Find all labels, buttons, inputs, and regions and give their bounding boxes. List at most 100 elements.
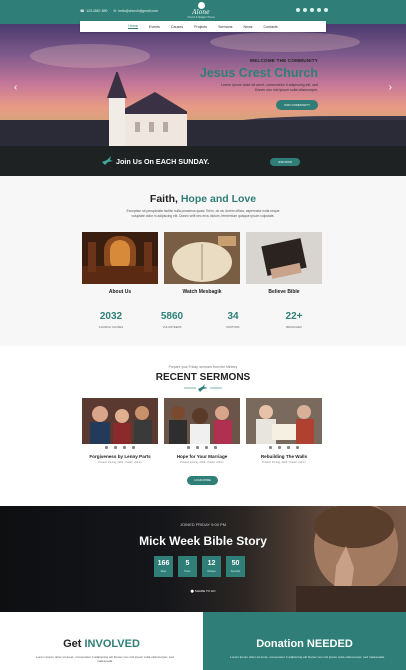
site-logo[interactable]: Alone Church & Religion Theme: [186, 2, 216, 22]
hero-kicker: WELCOME THE COMMUNITY: [249, 58, 318, 63]
stat-label: PASTORS: [226, 325, 240, 329]
stat-number: 34: [227, 311, 239, 322]
countdown-unit: Hours: [184, 570, 191, 573]
sermon-meta: Posted: 24 Aug, 2019 · Pastor: Admin: [98, 461, 142, 464]
nav-item-contacts[interactable]: Contacts: [263, 25, 277, 29]
download-icon[interactable]: [287, 445, 290, 449]
document-icon[interactable]: [132, 445, 135, 449]
facebook-icon[interactable]: [296, 8, 300, 12]
audio-icon[interactable]: [196, 445, 199, 449]
involved-description: Lorem ipsum dolor sit amet, consectetur …: [36, 655, 174, 664]
countdown-unit: Seconds: [230, 570, 241, 573]
countdown-hours: 5 Hours: [178, 556, 197, 577]
countdown-value: 12: [207, 560, 216, 567]
join-community-button[interactable]: JOIN COMMUNITY: [275, 100, 318, 110]
sermon-title[interactable]: Forgiveness by Lenny Parts: [82, 454, 158, 459]
phone-icon: ☎: [80, 9, 85, 13]
nav-item-sermons[interactable]: Sermons: [218, 25, 232, 29]
phone-item[interactable]: ☎ 123-4567-890: [80, 9, 107, 13]
nav-item-home[interactable]: Home: [128, 24, 138, 29]
audio-icon[interactable]: [278, 445, 281, 449]
donation-description: Lorem ipsum dolor sit amet, consectetur …: [230, 655, 385, 659]
video-icon[interactable]: [187, 445, 190, 449]
sermon-image: [246, 398, 322, 444]
stat-number: 2032: [99, 311, 123, 322]
countdown-value: 50: [231, 560, 240, 567]
countdown-minutes: 12 Minutes: [202, 556, 221, 577]
stat-label: CHURCH CAUSES: [98, 325, 124, 329]
involved-title-highlight: INVOLVED: [84, 638, 140, 650]
download-icon[interactable]: [205, 445, 208, 449]
hero-title: Jesus Crest Church: [199, 66, 318, 80]
sermon-card[interactable]: Hope for Your Marriage Posted: 24 Aug, 2…: [164, 398, 240, 464]
download-icon[interactable]: [123, 445, 126, 449]
sermon-title[interactable]: Hope for Your Marriage: [164, 454, 240, 459]
sermon-card[interactable]: Forgiveness by Lenny Parts Posted: 24 Au…: [82, 398, 158, 464]
faith-title-start: Faith,: [149, 193, 181, 205]
feature-card-bible-image[interactable]: [246, 232, 322, 284]
sermon-image: [164, 398, 240, 444]
countdown-value: 5: [185, 560, 190, 567]
hero-content: WELCOME THE COMMUNITY Jesus Crest Church…: [200, 58, 318, 111]
countdown-value: 166: [157, 560, 170, 567]
google-plus-icon[interactable]: [310, 8, 314, 12]
cloud-shape: [210, 32, 360, 52]
feature-caption-watch[interactable]: Watch Mesbagik: [164, 289, 240, 295]
logo-tagline: Church & Religion Theme: [187, 16, 215, 19]
document-icon[interactable]: [296, 445, 299, 449]
email-text: hello@church@gmail.com: [118, 9, 158, 13]
join-now-button[interactable]: JOIN NOW: [270, 158, 300, 166]
donation-panel: Donation NEEDED Lorem ipsum dolor sit am…: [203, 612, 406, 670]
nav-item-events[interactable]: Events: [149, 25, 160, 29]
sermon-media-icons: [164, 444, 240, 450]
cloud-shape: [30, 44, 150, 68]
event-title: Mick Week Bible Story: [139, 534, 267, 548]
sermon-card[interactable]: Rebuilding The Walls Posted: 24 Aug, 201…: [246, 398, 322, 464]
sermon-image: [82, 398, 158, 444]
load-more-button[interactable]: LOAD MORE: [187, 476, 218, 485]
twitter-icon[interactable]: [303, 8, 307, 12]
hero-description: Lorem ipsum dolor sit amet, consectetur …: [220, 83, 318, 92]
sermon-title[interactable]: Rebuilding The Walls: [246, 454, 322, 459]
donation-title: Donation NEEDED: [256, 638, 353, 650]
feature-card-watch-image[interactable]: [164, 232, 240, 284]
event-kicker: JOINED FRIDAY 9:00 PM: [179, 522, 227, 527]
stat-item: 22+ BRANCHES: [265, 311, 323, 329]
faith-section: Faith, Hope and Love Excepteur sit persp…: [0, 176, 406, 346]
sermons-section: Prepare your Friday, sermons from the Mi…: [0, 346, 406, 506]
pinterest-icon[interactable]: [317, 8, 321, 12]
countdown-seconds: 50 Seconds: [226, 556, 245, 577]
email-item[interactable]: ✉ hello@church@gmail.com: [113, 9, 158, 13]
share-link[interactable]: ⬤ SHARE TO GO: [0, 589, 406, 593]
prev-slide-arrow-icon[interactable]: ‹: [14, 82, 17, 93]
faith-title-highlight: Hope and Love: [180, 193, 257, 205]
stat-item: 5860 VOLUNTEERS: [143, 311, 201, 329]
feature-caption-bible[interactable]: Believe Bible: [246, 289, 322, 295]
audio-icon[interactable]: [114, 445, 117, 449]
sermon-media-icons: [82, 444, 158, 450]
document-icon[interactable]: [214, 445, 217, 449]
social-links: [296, 8, 328, 12]
feature-card-about-image[interactable]: [82, 232, 158, 284]
hero-slider: ‹ › WELCOME THE COMMUNITY Jesus Crest Ch…: [0, 24, 406, 146]
stat-label: BRANCHES: [286, 325, 302, 329]
next-slide-arrow-icon[interactable]: ›: [389, 82, 392, 93]
stat-item: 2032 CHURCH CAUSES: [82, 311, 140, 329]
share-text: SHARE TO GO: [194, 589, 216, 593]
sermons-title: RECENT SERMONS: [155, 372, 251, 383]
instagram-icon[interactable]: [324, 8, 328, 12]
nav-item-projects[interactable]: Projects: [194, 25, 207, 29]
video-icon[interactable]: [269, 445, 272, 449]
event-countdown-section: JOINED FRIDAY 9:00 PM Mick Week Bible St…: [0, 506, 406, 612]
share-icon: ⬤: [190, 589, 194, 593]
sermon-meta: Posted: 24 Aug, 2019 · Pastor: Admin: [262, 461, 306, 464]
video-icon[interactable]: [105, 445, 108, 449]
sermon-meta: Posted: 24 Aug, 2019 · Pastor: Admin: [180, 461, 224, 464]
stat-label: VOLUNTEERS: [162, 325, 182, 329]
nav-item-news[interactable]: News: [243, 25, 252, 29]
nav-item-causes[interactable]: Causes: [171, 25, 183, 29]
dove-divider-icon: [184, 384, 222, 392]
involved-title: Get INVOLVED: [0, 638, 203, 650]
feature-caption-about[interactable]: About Us: [82, 289, 158, 295]
countdown-unit: Days: [160, 570, 167, 573]
